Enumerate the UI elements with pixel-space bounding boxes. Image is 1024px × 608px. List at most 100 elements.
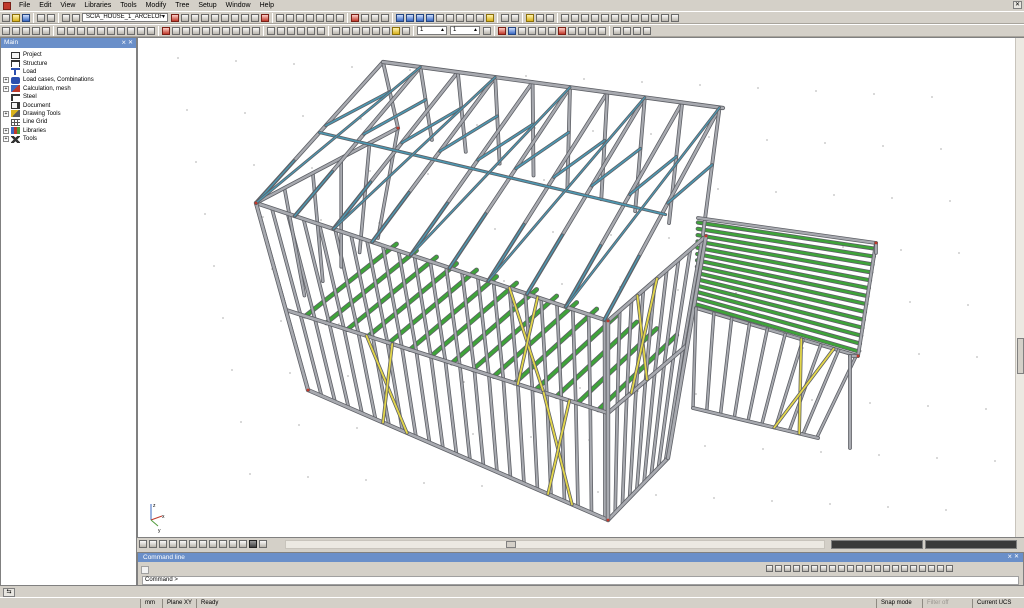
snap-grid-icon[interactable]	[883, 565, 890, 572]
render-icon[interactable]	[181, 13, 189, 22]
extend-icon[interactable]	[137, 26, 145, 35]
menu-tree[interactable]: Tree	[171, 0, 194, 11]
rectangle-icon[interactable]	[287, 26, 295, 35]
view-iso-icon[interactable]	[392, 26, 400, 35]
display-mesh-icon[interactable]	[568, 26, 576, 35]
menu-libraries[interactable]: Libraries	[80, 0, 116, 11]
snap-perpendicular-icon[interactable]	[838, 565, 845, 572]
light-bulb-icon[interactable]	[486, 13, 494, 22]
copy-icon[interactable]	[67, 26, 75, 35]
window-restore-icon[interactable]	[641, 13, 649, 22]
snap-node-icon[interactable]	[793, 565, 800, 572]
menu-file[interactable]: File	[15, 0, 35, 11]
grid-icon[interactable]	[2, 26, 10, 35]
view-front-icon[interactable]	[332, 26, 340, 35]
command-input[interactable]: Command >	[142, 576, 1019, 585]
project-combo[interactable]: SCIA_HOUSE_1_ARCELOF ▼	[82, 13, 168, 22]
snap-icon[interactable]	[12, 26, 20, 35]
snap-midpoint-icon[interactable]	[775, 565, 782, 572]
display-labels-icon[interactable]	[538, 26, 546, 35]
window-tile-icon[interactable]	[571, 13, 579, 22]
tree-item-libraries[interactable]: + Libraries	[3, 127, 136, 135]
array-icon[interactable]	[107, 26, 115, 35]
open-file-icon[interactable]	[12, 13, 20, 22]
stretch-icon[interactable]	[117, 26, 125, 35]
divide-icon[interactable]	[202, 26, 210, 35]
view-top-icon[interactable]	[372, 26, 380, 35]
expand-icon[interactable]: +	[3, 85, 9, 92]
snap-model-icon[interactable]	[937, 565, 944, 572]
menu-setup[interactable]: Setup	[194, 0, 221, 11]
calculation-icon[interactable]	[546, 13, 554, 22]
rotate-icon[interactable]	[77, 26, 85, 35]
display-settings-icon[interactable]	[598, 26, 606, 35]
display-supports-icon[interactable]	[528, 26, 536, 35]
expand-icon[interactable]: +	[3, 136, 9, 143]
display-axes-icon[interactable]	[578, 26, 586, 35]
hinge-icon[interactable]	[241, 13, 249, 22]
view-plane-yz-icon[interactable]	[199, 540, 207, 548]
window-new-icon[interactable]	[611, 13, 619, 22]
window-maximize-icon[interactable]	[651, 13, 659, 22]
panel-pin-close-icon[interactable]: ⨯ ✕	[1007, 553, 1019, 562]
frame-icon[interactable]	[261, 13, 269, 22]
document-icon[interactable]	[296, 13, 304, 22]
polyline-icon[interactable]	[277, 26, 285, 35]
spin-field-b[interactable]: 1 ▲	[450, 26, 480, 35]
tree-item-structure[interactable]: Structure	[3, 59, 136, 68]
tree-item-load-cases[interactable]: + Load cases, Combinations	[3, 76, 136, 84]
structure-view-icon[interactable]	[171, 13, 179, 22]
zoom-extents-icon[interactable]	[476, 13, 484, 22]
circle-icon[interactable]	[297, 26, 305, 35]
model-viewport[interactable]: z x y	[137, 37, 1024, 538]
expand-icon[interactable]: +	[3, 127, 9, 134]
close-document-icon[interactable]: ✕	[1013, 1, 1022, 9]
view-perspective-icon[interactable]	[402, 26, 410, 35]
snap-intersection-icon[interactable]	[811, 565, 818, 572]
menu-help[interactable]: Help	[256, 0, 279, 11]
report-icon[interactable]	[306, 13, 314, 22]
spin-field-a[interactable]: 1 ▲	[417, 26, 447, 35]
snap-tangent-icon[interactable]	[847, 565, 854, 572]
snap-dynamic-icon[interactable]	[919, 565, 926, 572]
page-icon[interactable]	[326, 13, 334, 22]
measure-icon[interactable]	[212, 26, 220, 35]
snap-center-icon[interactable]	[784, 565, 791, 572]
layers-icon[interactable]	[526, 13, 534, 22]
align-icon[interactable]	[232, 26, 240, 35]
snap-insert-icon[interactable]	[829, 565, 836, 572]
status-snap-mode[interactable]: Snap mode	[876, 599, 912, 608]
select-icon[interactable]	[351, 13, 359, 22]
tree-item-line-grid[interactable]: Line Grid	[3, 118, 136, 126]
new-file-icon[interactable]	[2, 13, 10, 22]
display-members-icon[interactable]	[498, 26, 506, 35]
snap-endpoint-icon[interactable]	[766, 565, 773, 572]
display-nodes-icon[interactable]	[508, 26, 516, 35]
view-plane-xz-icon[interactable]	[189, 540, 197, 548]
snap-quadrant-icon[interactable]	[802, 565, 809, 572]
tree-item-drawing-tools[interactable]: + Drawing Tools	[3, 110, 136, 118]
explode-icon[interactable]	[222, 26, 230, 35]
printer-icon[interactable]	[276, 13, 284, 22]
print-icon[interactable]	[251, 13, 259, 22]
view-background-icon[interactable]	[249, 540, 257, 548]
view-bottom-icon[interactable]	[382, 26, 390, 35]
display-results-icon[interactable]	[558, 26, 566, 35]
window-duplicate-icon[interactable]	[591, 13, 599, 22]
view-axo-icon[interactable]	[169, 540, 177, 548]
menu-window[interactable]: Window	[222, 0, 256, 11]
panel-pin-close-icon[interactable]: ⨯ ✕	[121, 38, 133, 48]
menu-view[interactable]: View	[56, 0, 80, 11]
ortho-icon[interactable]	[22, 26, 30, 35]
deselect-icon[interactable]	[371, 13, 379, 22]
save-view-icon[interactable]	[613, 26, 621, 35]
mirror-icon[interactable]	[87, 26, 95, 35]
spinner-arrows-icon[interactable]: ▲	[473, 27, 478, 34]
snap-nearest-icon[interactable]	[856, 565, 863, 572]
chamfer-icon[interactable]	[172, 26, 180, 35]
tree-item-steel[interactable]: Steel	[3, 93, 136, 101]
view-left-icon[interactable]	[352, 26, 360, 35]
snap-tracking-icon[interactable]	[892, 565, 899, 572]
break-icon[interactable]	[147, 26, 155, 35]
snap-lineweight-icon[interactable]	[928, 565, 935, 572]
